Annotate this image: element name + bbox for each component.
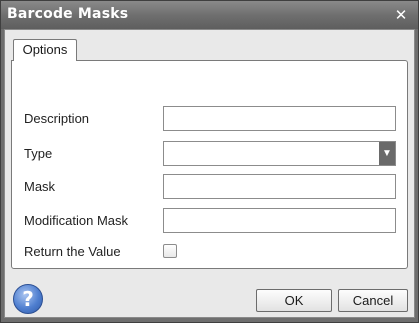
- barcode-masks-dialog: Barcode Masks ✕ Options Description Type…: [0, 0, 419, 323]
- mask-label: Mask: [24, 179, 56, 194]
- modification-mask-label: Modification Mask: [24, 213, 129, 228]
- ok-button[interactable]: OK: [256, 289, 332, 312]
- cancel-button[interactable]: Cancel: [338, 289, 408, 312]
- window-title: Barcode Masks: [7, 6, 129, 22]
- close-icon[interactable]: ✕: [393, 7, 409, 23]
- return-value-label: Return the Value: [24, 244, 121, 259]
- description-input[interactable]: [163, 106, 396, 131]
- title-bar[interactable]: Barcode Masks ✕: [1, 1, 418, 29]
- options-panel: Description Type ▼ Mask Modification Mas…: [11, 60, 408, 269]
- modification-mask-input[interactable]: [163, 208, 396, 233]
- return-value-checkbox[interactable]: [163, 244, 177, 258]
- type-select[interactable]: ▼: [163, 141, 396, 166]
- tab-options[interactable]: Options: [13, 39, 77, 61]
- chevron-down-icon[interactable]: ▼: [379, 142, 395, 165]
- help-icon[interactable]: ?: [13, 284, 43, 314]
- type-label: Type: [24, 146, 53, 161]
- mask-input[interactable]: [163, 174, 396, 199]
- dialog-body: Options Description Type ▼ Mask Modifica…: [4, 29, 415, 318]
- description-label: Description: [24, 111, 90, 126]
